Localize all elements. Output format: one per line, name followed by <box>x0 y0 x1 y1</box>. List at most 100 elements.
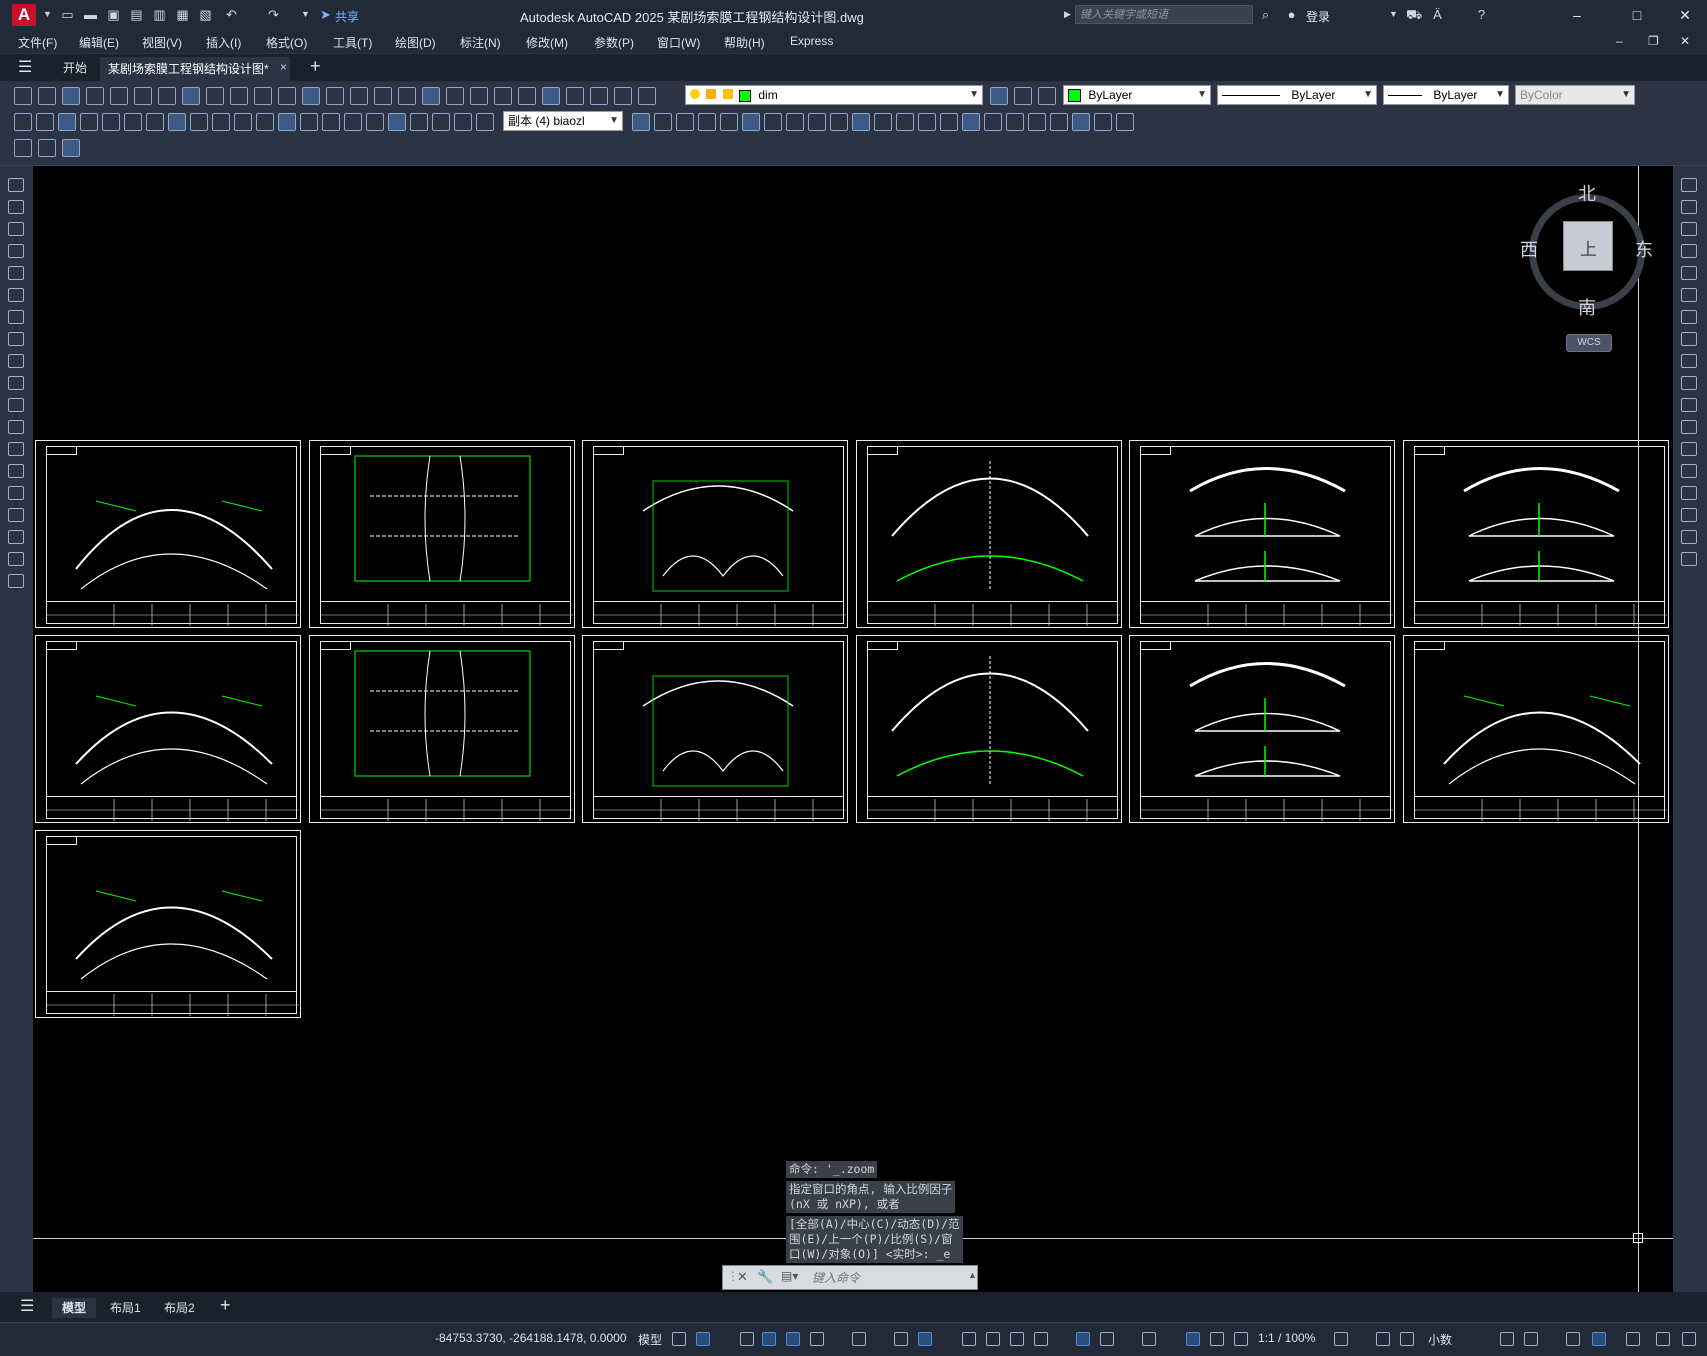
close-icon[interactable]: ✕ <box>1665 4 1705 26</box>
standard-tool-icon[interactable] <box>134 87 152 105</box>
draw-modify-tool-icon[interactable] <box>344 113 362 131</box>
customize-qat-icon[interactable]: ▼ <box>298 7 313 22</box>
draw-modify-tool-icon[interactable] <box>1094 113 1112 131</box>
modify-tool-icon[interactable] <box>1681 332 1697 346</box>
modify-tool-icon[interactable] <box>1681 442 1697 456</box>
viewcube[interactable]: 上 北 南 西 东 <box>1520 184 1653 320</box>
draw-modify-tool-icon[interactable] <box>874 113 892 131</box>
coordinates-readout[interactable]: -84753.3730, -264188.1478, 0.0000 <box>435 1331 627 1345</box>
draw-tool-icon[interactable] <box>8 310 24 324</box>
maximize-icon[interactable]: □ <box>1617 4 1657 26</box>
draw-modify-tool-icon[interactable] <box>1050 113 1068 131</box>
draw-modify-tool-icon[interactable] <box>58 113 76 131</box>
modify-tool-icon[interactable] <box>1681 486 1697 500</box>
drawing-sheet[interactable] <box>35 440 301 628</box>
draw-modify-tool-icon[interactable] <box>720 113 738 131</box>
compass-south-label[interactable]: 南 <box>1578 294 1596 320</box>
draw-modify-tool-icon[interactable] <box>432 113 450 131</box>
plot-icon[interactable]: ▧ <box>198 7 213 22</box>
draw-modify-tool-icon[interactable] <box>940 113 958 131</box>
status-menu-icon[interactable] <box>1682 1332 1696 1346</box>
draw-modify-tool-icon[interactable] <box>1116 113 1134 131</box>
drawing-sheet[interactable] <box>35 635 301 823</box>
layout-menu-icon[interactable]: ☰ <box>20 1296 34 1316</box>
annotation-scale-label[interactable]: 1:1 / 100% <box>1258 1331 1315 1345</box>
compass-east-label[interactable]: 东 <box>1635 236 1653 262</box>
draw-modify-tool-icon[interactable] <box>256 113 274 131</box>
standard-tool-icon[interactable] <box>62 87 80 105</box>
modify-tool-icon[interactable] <box>1681 200 1697 214</box>
doc-close-icon[interactable]: ✕ <box>1680 34 1690 48</box>
drawing-sheet[interactable] <box>582 440 848 628</box>
units-icon[interactable] <box>1400 1332 1414 1346</box>
standard-tool-icon[interactable] <box>14 87 32 105</box>
tab-layout2[interactable]: 布局2 <box>164 1298 195 1318</box>
modify-tool-icon[interactable] <box>1681 508 1697 522</box>
standard-tool-icon[interactable] <box>1038 87 1056 105</box>
command-input[interactable] <box>810 1266 964 1290</box>
ortho-icon[interactable] <box>786 1332 800 1346</box>
new-file-icon[interactable]: ▭ <box>60 7 75 22</box>
dimstyle-dropdown[interactable]: 副本 (4) biaozl ▼ <box>503 111 623 131</box>
draw-modify-tool-icon[interactable] <box>388 113 406 131</box>
draw-tool-icon[interactable] <box>8 552 24 566</box>
drawing-sheet[interactable] <box>1402 635 1669 823</box>
recent-commands-icon[interactable]: ▤▾ <box>781 1269 798 1283</box>
share-icon[interactable]: ➤ <box>318 7 333 22</box>
user-icon[interactable]: ● <box>1284 7 1299 22</box>
draw-modify-tool-icon[interactable] <box>300 113 318 131</box>
draw-modify-tool-icon[interactable] <box>962 113 980 131</box>
draw-modify-tool-icon[interactable] <box>476 113 494 131</box>
units-label[interactable]: 小数 <box>1428 1331 1452 1348</box>
standard-tool-icon[interactable] <box>158 87 176 105</box>
menu-file[interactable]: 文件(F) <box>18 34 57 51</box>
modify-tool-icon[interactable] <box>1681 398 1697 412</box>
draw-modify-tool-icon[interactable] <box>654 113 672 131</box>
modify-tool-icon[interactable] <box>1681 552 1697 566</box>
object-snap-icon[interactable] <box>918 1332 932 1346</box>
wcs-menu-button[interactable]: WCS <box>1566 334 1612 352</box>
dynamic-input-icon[interactable] <box>762 1332 776 1346</box>
standard-tool-icon[interactable] <box>566 87 584 105</box>
standard-tool-icon[interactable] <box>278 87 296 105</box>
model-space-toggle[interactable]: 模型 <box>638 1331 662 1348</box>
menu-format[interactable]: 格式(O) <box>266 34 307 51</box>
modify-tool-icon[interactable] <box>1681 420 1697 434</box>
clean-screen-icon[interactable] <box>1626 1332 1640 1346</box>
draw-tool-icon[interactable] <box>8 420 24 434</box>
drawing-sheet[interactable] <box>582 635 848 823</box>
draw-modify-tool-icon[interactable] <box>632 113 650 131</box>
draw-modify-tool-icon[interactable] <box>278 113 296 131</box>
standard-tool-icon[interactable] <box>446 87 464 105</box>
undo-icon[interactable]: ↶ <box>224 7 239 22</box>
cart-icon[interactable]: ⛟ <box>1406 7 1422 22</box>
draw-modify-tool-icon[interactable] <box>322 113 340 131</box>
isolate-objects-icon[interactable] <box>1566 1332 1580 1346</box>
draw-modify-tool-icon[interactable] <box>212 113 230 131</box>
draw-tool-icon[interactable] <box>8 178 24 192</box>
lineweight-dropdown[interactable]: ByLayer ▼ <box>1383 85 1509 105</box>
draw-tool-icon[interactable] <box>8 288 24 302</box>
draw-modify-tool-icon[interactable] <box>234 113 252 131</box>
workspace-gear-icon[interactable] <box>1334 1332 1348 1346</box>
open-file-icon[interactable]: ▬ <box>83 7 98 22</box>
extra-tool-icon[interactable] <box>62 139 80 157</box>
drawing-sheet[interactable] <box>1402 440 1669 628</box>
object-snap-tracking-icon[interactable] <box>894 1332 908 1346</box>
draw-tool-icon[interactable] <box>8 574 24 588</box>
menu-window[interactable]: 窗口(W) <box>657 34 700 51</box>
modify-tool-icon[interactable] <box>1681 178 1697 192</box>
modify-tool-icon[interactable] <box>1681 310 1697 324</box>
add-layout-icon[interactable]: + <box>220 1295 231 1316</box>
draw-tool-icon[interactable] <box>8 442 24 456</box>
draw-tool-icon[interactable] <box>8 222 24 236</box>
draw-modify-tool-icon[interactable] <box>698 113 716 131</box>
doc-minimize-icon[interactable]: – <box>1616 34 1623 48</box>
modify-tool-icon[interactable] <box>1681 530 1697 544</box>
draw-tool-icon[interactable] <box>8 508 24 522</box>
gizmo-icon[interactable] <box>1142 1332 1156 1346</box>
save-icon[interactable]: ▣ <box>106 7 121 22</box>
draw-modify-tool-icon[interactable] <box>454 113 472 131</box>
draw-modify-tool-icon[interactable] <box>168 113 186 131</box>
autocad-logo-icon[interactable]: A <box>12 4 36 26</box>
